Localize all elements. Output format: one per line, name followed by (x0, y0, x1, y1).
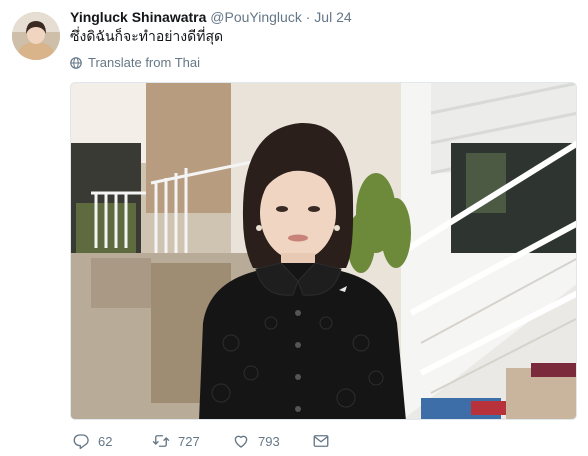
tweet-text: ซึ่งดิฉันก็จะทำอย่างดีที่สุด (70, 29, 224, 45)
author-name[interactable]: Yingluck Shinawatra (70, 9, 206, 25)
translate-label[interactable]: Translate from Thai (88, 55, 200, 70)
retweet-count: 727 (178, 433, 200, 449)
reply-button[interactable]: 62 (72, 432, 152, 450)
tweet-header: Yingluck Shinawatra @PouYingluck · Jul 2… (70, 8, 352, 26)
retweet-button[interactable]: 727 (152, 432, 232, 450)
tweet[interactable]: Yingluck Shinawatra @PouYingluck · Jul 2… (0, 0, 588, 456)
like-count: 793 (258, 433, 280, 449)
translate-link[interactable]: Translate from Thai (70, 55, 200, 70)
reply-icon (73, 434, 89, 450)
separator-dot: · (305, 9, 311, 25)
photo-image (71, 83, 576, 419)
envelope-icon (313, 435, 329, 447)
avatar-image (12, 12, 60, 60)
direct-message-button[interactable] (312, 432, 330, 450)
tweet-photo[interactable] (70, 82, 577, 420)
retweet-icon (152, 435, 170, 447)
author-handle[interactable]: @PouYingluck (210, 9, 302, 25)
heart-icon (234, 435, 248, 448)
like-button[interactable]: 793 (232, 432, 312, 450)
avatar[interactable] (12, 12, 60, 60)
reply-count: 62 (98, 433, 113, 449)
tweet-timestamp[interactable]: Jul 24 (314, 9, 351, 25)
tweet-actions: 62 727 793 (72, 431, 330, 451)
globe-icon (70, 56, 82, 69)
